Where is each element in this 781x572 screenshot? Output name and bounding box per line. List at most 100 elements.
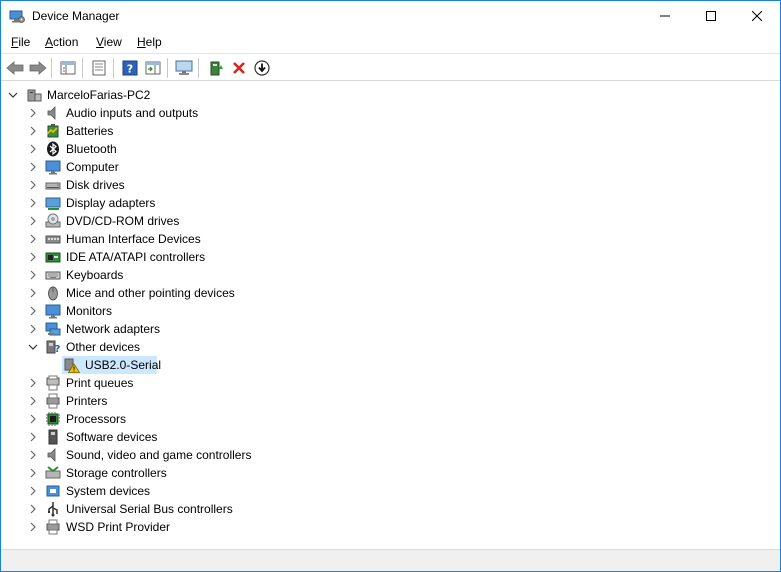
computer-root-icon (26, 87, 42, 103)
chevron-right-icon[interactable] (28, 108, 38, 118)
category-label: Keyboards (66, 268, 124, 282)
category-label: WSD Print Provider (66, 520, 171, 534)
hid-icon (45, 231, 61, 247)
help-button[interactable]: ? (120, 58, 140, 78)
network-adapter-icon (45, 321, 61, 337)
chevron-right-icon[interactable] (28, 504, 38, 514)
close-button[interactable] (734, 1, 780, 31)
chevron-right-icon[interactable] (28, 486, 38, 496)
action-pane-button[interactable] (143, 58, 163, 78)
ide-controller-icon (45, 249, 61, 265)
chevron-down-icon[interactable] (8, 90, 18, 100)
forward-button[interactable] (28, 58, 48, 78)
toolbar: ? (1, 53, 780, 81)
sound-controller-icon (45, 447, 61, 463)
menu-help[interactable]: Help (137, 35, 162, 49)
category-label: Display adapters (66, 196, 156, 210)
system-devices-icon (45, 483, 61, 499)
chevron-right-icon[interactable] (28, 162, 38, 172)
show-hide-console-tree-button[interactable] (58, 58, 78, 78)
chevron-down-icon[interactable] (28, 342, 38, 352)
category-label: Human Interface Devices (66, 232, 201, 246)
category-label: Other devices (66, 340, 141, 354)
category-row[interactable]: Universal Serial Bus controllers (1, 500, 780, 518)
category-row[interactable]: Human Interface Devices (1, 230, 780, 248)
chevron-right-icon[interactable] (28, 198, 38, 208)
category-row[interactable]: Bluetooth (1, 140, 780, 158)
category-row[interactable]: Batteries (1, 122, 780, 140)
category-row[interactable]: Storage controllers (1, 464, 780, 482)
scan-hardware-changes-button[interactable] (174, 58, 194, 78)
chevron-right-icon[interactable] (28, 234, 38, 244)
category-label: IDE ATA/ATAPI controllers (66, 250, 206, 264)
toolbar-separator (198, 58, 199, 78)
device-label: USB2.0-Serial (85, 358, 162, 372)
category-row[interactable]: Mice and other pointing devices (1, 284, 780, 302)
category-row[interactable]: Monitors (1, 302, 780, 320)
disk-drive-icon (45, 177, 61, 193)
category-row[interactable]: WSD Print Provider (1, 518, 780, 536)
category-row[interactable]: Software devices (1, 428, 780, 446)
update-driver-button[interactable] (206, 58, 226, 78)
category-label: Universal Serial Bus controllers (66, 502, 233, 516)
chevron-right-icon[interactable] (28, 378, 38, 388)
category-row[interactable]: ? Other devices (1, 338, 780, 356)
menu-view[interactable]: View (96, 35, 122, 49)
svg-text:?: ? (55, 344, 61, 355)
category-row[interactable]: Disk drives (1, 176, 780, 194)
chevron-right-icon[interactable] (28, 522, 38, 532)
device-row[interactable]: USB2.0-Serial (1, 356, 780, 374)
category-row[interactable]: System devices (1, 482, 780, 500)
category-label: Network adapters (66, 322, 161, 336)
category-label: DVD/CD-ROM drives (66, 214, 180, 228)
toolbar-separator (167, 58, 168, 78)
chevron-right-icon[interactable] (28, 306, 38, 316)
uninstall-device-button[interactable] (229, 58, 249, 78)
category-row[interactable]: Processors (1, 410, 780, 428)
category-row[interactable]: Network adapters (1, 320, 780, 338)
menu-action[interactable]: Action (45, 35, 78, 49)
chevron-right-icon[interactable] (28, 468, 38, 478)
chevron-right-icon[interactable] (28, 288, 38, 298)
category-label: Batteries (66, 124, 114, 138)
category-row[interactable]: IDE ATA/ATAPI controllers (1, 248, 780, 266)
category-row[interactable]: Display adapters (1, 194, 780, 212)
chevron-right-icon[interactable] (28, 396, 38, 406)
category-row[interactable]: Computer (1, 158, 780, 176)
chevron-right-icon[interactable] (28, 324, 38, 334)
title-bar[interactable]: Device Manager (1, 1, 780, 31)
minimize-icon (660, 15, 670, 17)
chevron-right-icon[interactable] (28, 432, 38, 442)
storage-controller-icon (45, 465, 61, 481)
mouse-icon (45, 285, 61, 301)
chevron-right-icon[interactable] (28, 414, 38, 424)
chevron-right-icon[interactable] (28, 216, 38, 226)
speaker-icon (45, 105, 61, 121)
category-row[interactable]: Sound, video and game controllers (1, 446, 780, 464)
enable-device-button[interactable] (252, 58, 272, 78)
tree-root-row[interactable]: MarceloFarias-PC2 (1, 86, 780, 104)
category-label: Mice and other pointing devices (66, 286, 235, 300)
chevron-right-icon[interactable] (28, 126, 38, 136)
chevron-right-icon[interactable] (28, 252, 38, 262)
chevron-right-icon[interactable] (28, 270, 38, 280)
category-row[interactable]: Printers (1, 392, 780, 410)
maximize-icon (706, 11, 716, 21)
help-icon: ? (122, 60, 138, 76)
display-adapter-icon (45, 195, 61, 211)
properties-button[interactable] (89, 58, 109, 78)
minimize-button[interactable] (642, 1, 688, 31)
category-row[interactable]: Print queues (1, 374, 780, 392)
device-manager-app-icon (9, 8, 25, 24)
category-row[interactable]: Audio inputs and outputs (1, 104, 780, 122)
chevron-right-icon[interactable] (28, 144, 38, 154)
chevron-right-icon[interactable] (28, 180, 38, 190)
category-label: Processors (66, 412, 127, 426)
back-button[interactable] (5, 58, 25, 78)
category-row[interactable]: DVD/CD-ROM drives (1, 212, 780, 230)
category-row[interactable]: Keyboards (1, 266, 780, 284)
menu-file[interactable]: File (11, 35, 30, 49)
device-tree[interactable]: MarceloFarias-PC2 Audio inputs and outpu… (1, 85, 780, 547)
chevron-right-icon[interactable] (28, 450, 38, 460)
maximize-button[interactable] (688, 1, 734, 31)
